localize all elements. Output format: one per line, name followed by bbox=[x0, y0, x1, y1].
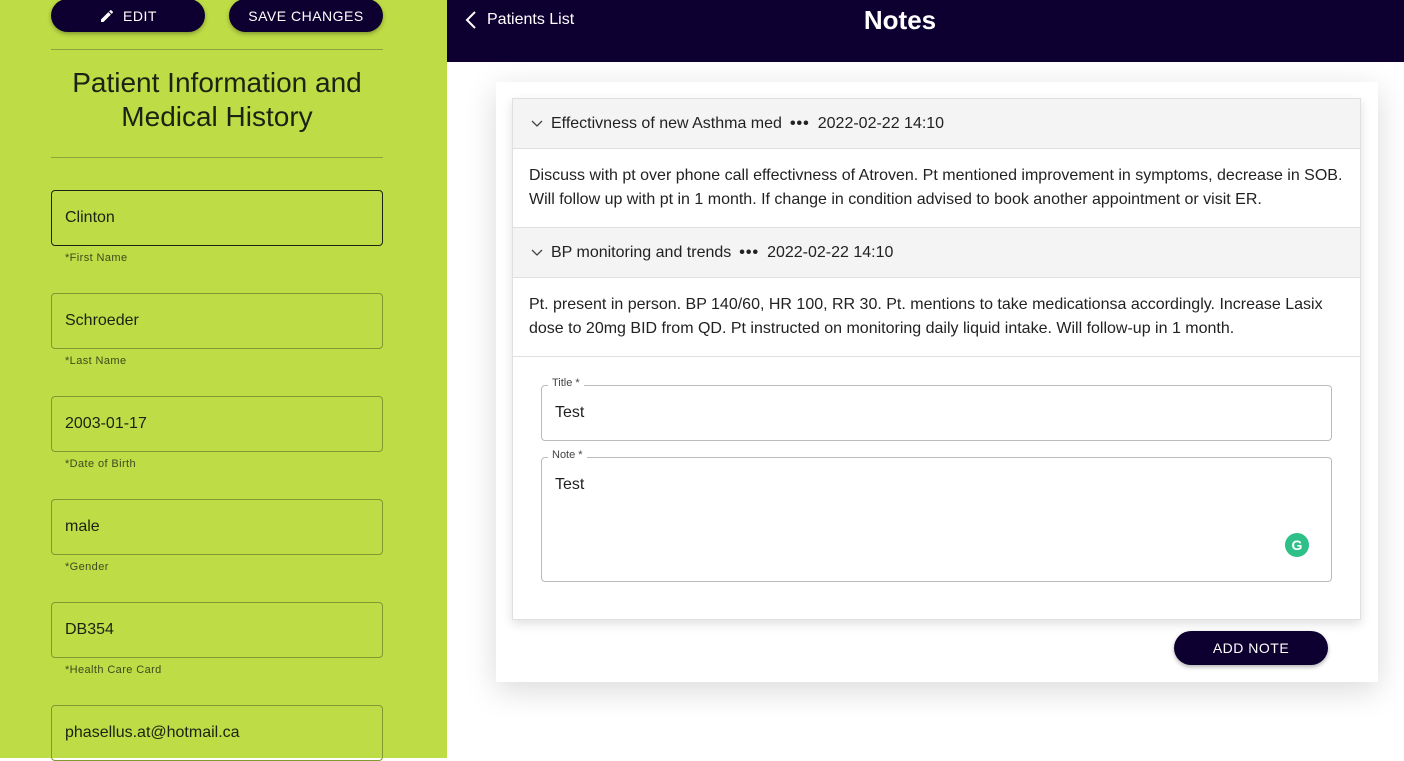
chevron-down-icon bbox=[531, 120, 543, 127]
top-bar: Patients List Notes bbox=[447, 0, 1404, 62]
new-note-form: Title * Test Note * Test G bbox=[513, 357, 1360, 619]
email-input[interactable]: phasellus.at@hotmail.ca bbox=[51, 705, 383, 761]
title-value: Test bbox=[555, 404, 585, 421]
dob-label: *Date of Birth bbox=[65, 458, 137, 470]
note-body: Pt. present in person. BP 140/60, HR 100… bbox=[513, 278, 1360, 357]
grammarly-icon[interactable]: G bbox=[1285, 533, 1309, 557]
separator: ••• bbox=[789, 114, 810, 132]
notes-title: Notes bbox=[863, 5, 937, 35]
notes-accordion: Effectivness of new Asthma med ••• 2022-… bbox=[512, 98, 1361, 620]
gender-label: *Gender bbox=[65, 561, 109, 573]
note-timestamp: 2022-02-22 14:10 bbox=[817, 114, 945, 132]
note-title: Effectivness of new Asthma med bbox=[551, 114, 782, 132]
divider bbox=[51, 49, 383, 50]
note-title: BP monitoring and trends bbox=[551, 243, 732, 261]
gender-input[interactable]: male bbox=[51, 499, 383, 555]
first-name-input[interactable]: Clinton bbox=[51, 190, 383, 246]
save-changes-button[interactable]: SAVE CHANGES bbox=[229, 0, 383, 32]
note-body: Discuss with pt over phone call effectiv… bbox=[513, 149, 1360, 228]
note-value: Test bbox=[555, 476, 585, 493]
note-header[interactable]: Effectivness of new Asthma med ••• 2022-… bbox=[513, 99, 1360, 149]
title-input[interactable]: Title * Test bbox=[541, 377, 1332, 441]
health-card-label: *Health Care Card bbox=[65, 664, 162, 676]
patient-info-panel: EDIT SAVE CHANGES Patient Information an… bbox=[0, 0, 447, 761]
separator: ••• bbox=[739, 243, 760, 261]
edit-label: EDIT bbox=[123, 7, 157, 24]
health-card-input[interactable]: DB354 bbox=[51, 602, 383, 658]
dob-input[interactable]: 2003-01-17 bbox=[51, 396, 383, 452]
edit-button[interactable]: EDIT bbox=[51, 0, 205, 32]
note-label: Note * bbox=[548, 449, 587, 461]
last-name-input[interactable]: Schroeder bbox=[51, 293, 383, 349]
add-note-button[interactable]: ADD NOTE bbox=[1174, 631, 1328, 665]
page-title: Patient Information and Medical History bbox=[72, 67, 362, 132]
note-timestamp: 2022-02-22 14:10 bbox=[767, 243, 894, 261]
divider bbox=[51, 157, 383, 158]
note-textarea[interactable]: Note * Test G bbox=[541, 449, 1332, 582]
pencil-icon bbox=[101, 9, 114, 22]
note-header[interactable]: BP monitoring and trends ••• 2022-02-22 … bbox=[513, 228, 1360, 278]
last-name-label: *Last Name bbox=[65, 355, 127, 367]
title-label: Title * bbox=[548, 377, 584, 389]
chevron-down-icon bbox=[531, 249, 543, 256]
first-name-label: *First Name bbox=[65, 252, 128, 264]
notes-card: Effectivness of new Asthma med ••• 2022-… bbox=[496, 82, 1378, 682]
